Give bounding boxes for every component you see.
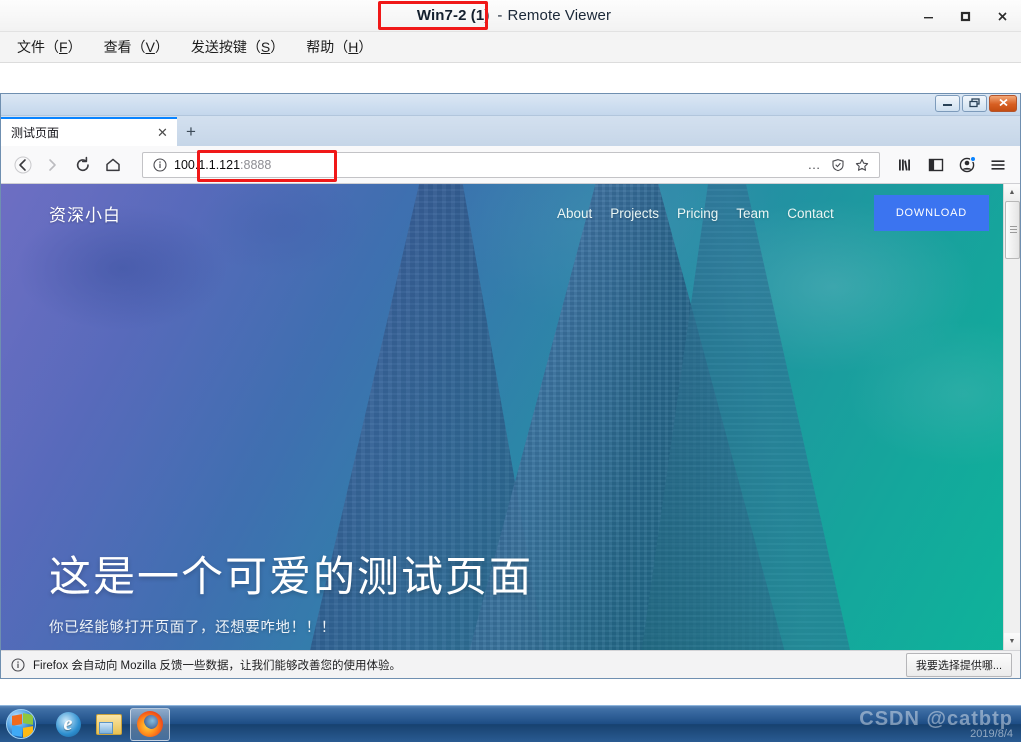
viewer-window-controls — [910, 0, 1021, 32]
menu-help-post: ） — [358, 39, 373, 55]
firefox-titlebar — [1, 94, 1020, 116]
sidebar-icon[interactable] — [921, 150, 951, 180]
menu-icon[interactable] — [983, 150, 1013, 180]
menu-file-accel: F — [59, 39, 68, 55]
browser-navigation-toolbar: 100.1.1.121:8888 … — [1, 146, 1020, 184]
forward-button[interactable] — [38, 150, 68, 180]
url-host: 100.1.1.121 — [174, 157, 241, 172]
taskbar-internet-explorer[interactable] — [48, 708, 88, 741]
notification-choose-button[interactable]: 我要选择提供哪... — [905, 652, 1012, 677]
nav-link-pricing[interactable]: Pricing — [677, 206, 718, 221]
firefox-window: 测试页面 ✕ + 100.1.1.121:8888 … 资深小白 About P… — [0, 93, 1021, 679]
folder-icon — [96, 713, 122, 735]
browser-tab[interactable]: 测试页面 ✕ — [1, 117, 177, 146]
browser-content-area: 资深小白 About Projects Pricing Team Contact… — [1, 184, 1020, 650]
account-icon[interactable] — [952, 150, 982, 180]
menu-help-pre: 帮助（ — [306, 39, 349, 55]
notification-text: Firefox 会自动向 Mozilla 反馈一些数据，让我们能够改善您的使用体… — [33, 659, 402, 672]
internet-explorer-icon — [55, 711, 81, 737]
new-tab-button[interactable]: + — [177, 118, 205, 146]
menu-file-post: ） — [67, 39, 82, 55]
taskbar-firefox[interactable] — [130, 707, 170, 741]
close-button[interactable] — [984, 0, 1021, 32]
page-scrollbar[interactable]: ▲ ▼ — [1003, 184, 1020, 650]
menu-item-view[interactable]: 查看（V） — [93, 33, 180, 61]
browser-tab-strip: 测试页面 ✕ + — [1, 116, 1020, 146]
url-text[interactable]: 100.1.1.121:8888 — [168, 158, 803, 172]
back-button[interactable] — [8, 150, 38, 180]
menu-view-accel: V — [145, 39, 155, 55]
maximize-button[interactable] — [947, 0, 984, 32]
star-icon[interactable] — [851, 154, 873, 176]
start-orb-icon — [6, 709, 36, 739]
menu-view-pre: 查看（ — [103, 39, 146, 55]
hero-subtitle: 你已经能够打开页面了，还想要咋地！！！ — [49, 620, 336, 637]
scroll-down-icon[interactable]: ▼ — [1003, 633, 1020, 650]
shield-icon[interactable] — [827, 154, 849, 176]
library-icon[interactable] — [890, 150, 920, 180]
menu-sendkey-accel: S — [260, 39, 271, 55]
browser-toolbar-right — [888, 150, 1013, 180]
url-bar[interactable]: 100.1.1.121:8888 … — [142, 151, 880, 178]
browser-notification-bar: Firefox 会自动向 Mozilla 反馈一些数据，让我们能够改善您的使用体… — [1, 650, 1020, 678]
remote-desktop-canvas[interactable]: 测试页面 ✕ + 100.1.1.121:8888 … 资深小白 About P… — [0, 63, 1021, 742]
menu-item-send-key[interactable]: 发送按键（S） — [180, 33, 295, 61]
menu-sendkey-pre: 发送按键（ — [190, 39, 261, 55]
viewer-title-host: Win7-2 (1) — [416, 7, 490, 24]
windows-taskbar — [0, 705, 1021, 742]
scrollbar-grip — [1009, 226, 1017, 233]
firefox-restore-button[interactable] — [962, 95, 987, 112]
info-icon — [9, 656, 27, 674]
viewer-title-separator: - — [497, 7, 503, 24]
page-actions-icon[interactable]: … — [803, 154, 825, 176]
menu-help-accel: H — [348, 39, 359, 55]
firefox-minimize-button[interactable] — [935, 95, 960, 112]
remote-viewer-window: Win7-2 (1) - Remote Viewer 文件（F） 查看（V） 发… — [0, 0, 1021, 742]
viewer-menubar: 文件（F） 查看（V） 发送按键（S） 帮助（H） — [0, 32, 1021, 63]
taskbar-file-explorer[interactable] — [89, 708, 129, 741]
close-icon[interactable]: ✕ — [154, 124, 171, 141]
minimize-button[interactable] — [910, 0, 947, 32]
web-page-viewport[interactable]: 资深小白 About Projects Pricing Team Contact… — [1, 184, 1003, 650]
nav-link-projects[interactable]: Projects — [610, 206, 659, 221]
site-logo[interactable]: 资深小白 — [49, 201, 121, 226]
account-badge — [970, 155, 976, 162]
scrollbar-thumb[interactable] — [1004, 201, 1020, 259]
viewer-titlebar: Win7-2 (1) - Remote Viewer — [0, 0, 1021, 32]
reload-button[interactable] — [68, 150, 98, 180]
firefox-close-button[interactable] — [989, 95, 1017, 112]
nav-link-contact[interactable]: Contact — [787, 206, 834, 221]
hero-title: 这是一个可爱的测试页面 — [49, 553, 534, 600]
menu-item-file[interactable]: 文件（F） — [6, 33, 93, 61]
site-navigation: About Projects Pricing Team Contact DOWN… — [557, 195, 989, 231]
menu-sendkey-post: ） — [270, 39, 285, 55]
info-icon[interactable] — [151, 156, 168, 173]
firefox-icon — [137, 711, 163, 737]
browser-tab-title: 测试页面 — [11, 126, 60, 140]
taskbar-items — [40, 707, 170, 741]
url-bar-actions: … — [803, 154, 873, 176]
site-header: 资深小白 About Projects Pricing Team Contact… — [1, 184, 1003, 242]
menu-file-pre: 文件（ — [17, 39, 59, 55]
viewer-window-title: Win7-2 (1) - Remote Viewer — [410, 5, 611, 26]
firefox-window-controls — [935, 95, 1017, 112]
menu-item-help[interactable]: 帮助（H） — [295, 33, 383, 61]
hero-content: 这是一个可爱的测试页面 你已经能够打开页面了，还想要咋地！！！ ▶ 想得美 想想… — [49, 553, 689, 650]
menu-view-post: ） — [154, 39, 169, 55]
download-button[interactable]: DOWNLOAD — [873, 195, 989, 231]
url-port: :8888 — [240, 157, 272, 172]
scroll-up-icon[interactable]: ▲ — [1003, 184, 1020, 201]
start-button[interactable] — [2, 707, 40, 741]
nav-link-about[interactable]: About — [557, 206, 592, 221]
viewer-title-app: Remote Viewer — [507, 7, 612, 24]
scrollbar-track[interactable] — [1004, 201, 1021, 633]
home-button[interactable] — [98, 150, 128, 180]
nav-link-team[interactable]: Team — [736, 206, 769, 221]
